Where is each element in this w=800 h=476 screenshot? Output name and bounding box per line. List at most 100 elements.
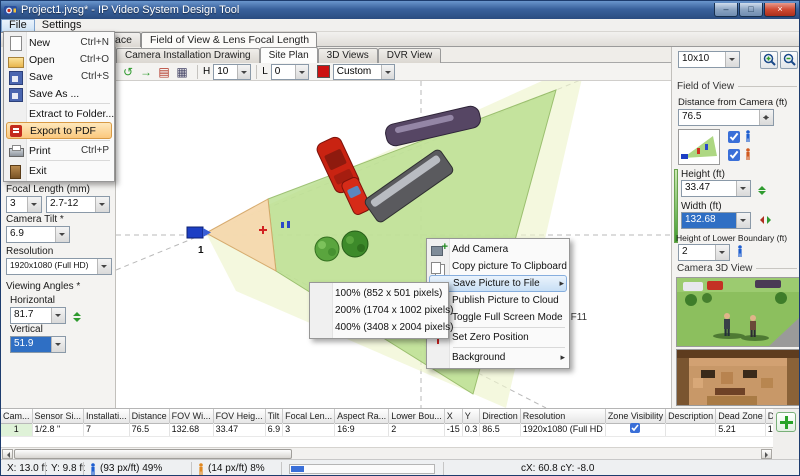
column-header-installati[interactable]: Installati... <box>84 409 130 423</box>
column-header-fov-wi[interactable]: FOV Wi... <box>169 409 213 423</box>
file-menu-item-exit[interactable]: Exit <box>6 162 112 179</box>
cell-fov-wi[interactable]: 132.68 <box>169 423 213 436</box>
scroll-right-arrow-icon[interactable] <box>761 449 772 459</box>
column-header-description[interactable]: Description <box>666 409 716 423</box>
minimize-button[interactable]: – <box>714 3 738 17</box>
zoom-out-button[interactable] <box>780 51 798 69</box>
column-header-distance[interactable]: Distance <box>129 409 169 423</box>
horizontal-scrollbar[interactable] <box>1 447 773 459</box>
column-header-dead-zone[interactable]: Dead Zone <box>716 409 766 423</box>
tab-dvr-view[interactable]: DVR View <box>378 48 441 63</box>
width-left-arrow-icon[interactable] <box>756 216 764 224</box>
distance-from-camera-input[interactable]: 76.5 <box>678 109 774 126</box>
column-header-x[interactable]: X <box>444 409 462 423</box>
show-person-far-checkbox[interactable] <box>728 149 740 161</box>
cell-focal-len[interactable]: 3 <box>283 423 335 436</box>
column-header-focal-len[interactable]: Focal Len... <box>283 409 335 423</box>
column-header-cam[interactable]: Cam... <box>1 409 32 423</box>
cell-cam[interactable]: 1 <box>1 423 32 436</box>
column-header-zone-visibility[interactable]: Zone Visibility <box>605 409 665 423</box>
cell-fov-heig[interactable]: 33.47 <box>213 423 265 436</box>
close-button[interactable]: × <box>764 3 796 17</box>
cell-resolution[interactable]: 1920x1080 (Full HD <box>520 423 605 436</box>
camera-tilt-input[interactable]: 6.9 <box>6 226 70 243</box>
grid-icon[interactable]: ▦ <box>174 64 190 80</box>
height-down-arrow-icon[interactable] <box>758 191 766 199</box>
file-menu-item-extract-to-folder[interactable]: Extract to Folder... <box>6 105 112 122</box>
column-header-aspect-ra[interactable]: Aspect Ra... <box>335 409 389 423</box>
column-header-y[interactable]: Y <box>462 409 480 423</box>
zone-visibility-checkbox[interactable] <box>630 423 640 433</box>
horizontal-angle-input[interactable]: 81.7 <box>10 307 66 324</box>
add-camera-button[interactable] <box>776 412 796 432</box>
tab-camera-installation-drawing[interactable]: Camera Installation Drawing <box>116 48 260 63</box>
tab-field-of-view[interactable]: Field of View & Lens Focal Length <box>141 32 317 48</box>
site-plan-canvas[interactable]: 1 <box>116 81 671 408</box>
zoom-in-button[interactable] <box>760 51 778 69</box>
grid-size-select[interactable]: 10x10 <box>678 51 740 68</box>
tab-3d-views[interactable]: 3D Views <box>318 48 378 63</box>
cell-tilt[interactable]: 6.9 <box>265 423 283 436</box>
file-menu-item-save-as[interactable]: Save As ... <box>6 85 112 102</box>
tab-site-plan[interactable]: Site Plan <box>260 47 318 63</box>
context-menu-item-copy-picture-to-clipboard[interactable]: Copy picture To Clipboard <box>429 258 567 275</box>
cell-zone-visibility[interactable] <box>605 423 665 436</box>
submenu-menu-item-400-3408-x-2004-pixels[interactable]: 400% (3408 x 2004 pixels) <box>312 319 446 336</box>
cell-description[interactable] <box>666 423 716 436</box>
camera-marker[interactable] <box>187 227 211 238</box>
column-header-direction[interactable]: Direction <box>480 409 521 423</box>
context-menu-item-add-camera[interactable]: Add Camera <box>429 241 567 258</box>
cell-aspect-ra[interactable]: 16:9 <box>335 423 389 436</box>
width-input[interactable]: 132.68 <box>681 212 751 229</box>
color-swatch[interactable] <box>317 65 330 78</box>
table-data-row[interactable]: 11/2.8 "776.5132.6833.476.9316:92-150.38… <box>1 423 773 436</box>
submenu-menu-item-200-1704-x-1002-pixels[interactable]: 200% (1704 x 1002 pixels) <box>312 302 446 319</box>
l-select[interactable]: 0 <box>271 64 309 80</box>
height-input[interactable]: 33.47 <box>681 180 751 197</box>
settings-menu-button[interactable]: Settings <box>35 19 89 32</box>
image-icon[interactable]: ▤ <box>156 64 172 80</box>
file-menu-item-save[interactable]: SaveCtrl+S <box>6 68 112 85</box>
cell-installati[interactable]: 7 <box>84 423 130 436</box>
decrease-angle-arrow-icon[interactable] <box>73 318 81 326</box>
column-header-lower-bou[interactable]: Lower Bou... <box>389 409 445 423</box>
column-header-sensor-si[interactable]: Sensor Si... <box>32 409 84 423</box>
file-menu-item-print[interactable]: PrintCtrl+P <box>6 142 112 159</box>
show-person-near-checkbox[interactable] <box>728 131 740 143</box>
focal-length-select[interactable]: 3 <box>6 196 42 213</box>
column-header-dead-zone-width[interactable]: Dead Zone Width <box>765 409 773 423</box>
cell-sensor-si[interactable]: 1/2.8 " <box>32 423 84 436</box>
increase-angle-arrow-icon[interactable] <box>73 308 81 316</box>
width-right-arrow-icon[interactable] <box>767 216 775 224</box>
cell-direction[interactable]: 86.5 <box>480 423 521 436</box>
resolution-select[interactable]: 1920x1080 (Full HD) <box>6 258 112 275</box>
focal-range-select[interactable]: 2.7-12 <box>46 196 110 213</box>
vertical-angle-input[interactable]: 51.9 <box>10 336 66 353</box>
height-up-arrow-icon[interactable] <box>758 182 766 190</box>
file-menu-item-export-to-pdf[interactable]: Export to PDF <box>6 122 112 139</box>
column-header-fov-heig[interactable]: FOV Heig... <box>213 409 265 423</box>
pan-arrow-icon[interactable]: → <box>138 64 154 80</box>
rotate-icon[interactable]: ↺ <box>120 64 136 80</box>
status-zoom-thumb[interactable] <box>291 466 304 472</box>
spinner-arrows-icon[interactable] <box>759 110 773 125</box>
scrollbar-thumb[interactable] <box>14 449 292 459</box>
cell-lower-bou[interactable]: 2 <box>389 423 445 436</box>
cell-y[interactable]: 0.3 <box>462 423 480 436</box>
column-header-resolution[interactable]: Resolution <box>520 409 605 423</box>
cell-dead-zone[interactable]: 5.21 <box>716 423 766 436</box>
context-menu-item-background[interactable]: Background▸ <box>429 349 567 366</box>
file-menu-item-open[interactable]: OpenCtrl+O <box>6 51 112 68</box>
color-scheme-select[interactable]: Custom <box>333 64 395 80</box>
person-height-icon[interactable] <box>736 245 744 258</box>
lower-boundary-input[interactable]: 2 <box>678 244 730 261</box>
file-menu-item-new[interactable]: NewCtrl+N <box>6 34 112 51</box>
scroll-left-arrow-icon[interactable] <box>2 449 13 459</box>
h-select[interactable]: 10 <box>213 64 251 80</box>
file-menu-button[interactable]: File <box>1 19 35 32</box>
status-zoom-track[interactable] <box>289 464 435 474</box>
cell-distance[interactable]: 76.5 <box>129 423 169 436</box>
maximize-button[interactable]: □ <box>739 3 763 17</box>
submenu-menu-item-100-852-x-501-pixels[interactable]: 100% (852 x 501 pixels) <box>312 285 446 302</box>
context-menu-item-save-picture-to-file[interactable]: Save Picture to File▸ <box>429 275 567 292</box>
